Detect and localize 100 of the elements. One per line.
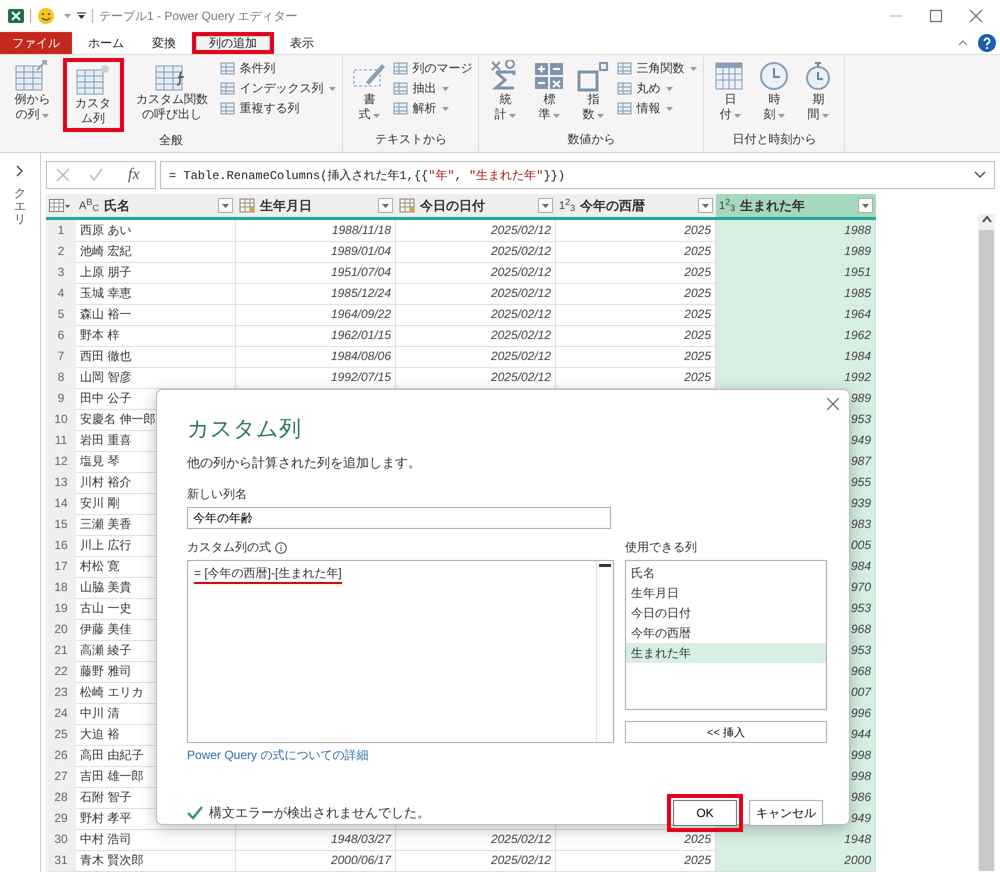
info-icon[interactable] — [275, 542, 287, 554]
ok-button[interactable]: OK — [673, 800, 737, 826]
table-cell: 1985 — [716, 283, 876, 305]
table-cell: 2025/02/12 — [396, 325, 556, 347]
spreadsheet-app-icon[interactable] — [8, 8, 24, 24]
row-number: 31 — [46, 850, 76, 872]
formula-editor[interactable]: = [今年の西暦]-[生まれた年] — [187, 560, 614, 743]
ribbon-button[interactable]: 期間 — [798, 58, 838, 131]
table-cell: 1948 — [716, 829, 876, 851]
row-number: 3 — [46, 262, 76, 284]
queries-pane-label[interactable]: クエリ — [14, 187, 26, 227]
close-button[interactable] — [827, 398, 839, 413]
scroll-up-icon[interactable] — [980, 214, 992, 224]
row-number: 29 — [46, 808, 76, 830]
scrollbar[interactable] — [978, 214, 995, 871]
insert-button[interactable]: << 挿入 — [625, 721, 827, 743]
row-number: 25 — [46, 724, 76, 746]
column-list[interactable]: 氏名 生年月日 今日の日付 今年の西暦 生まれた年 — [625, 560, 827, 710]
row-number: 20 — [46, 619, 76, 641]
table-cell: 2000/06/17 — [236, 850, 396, 872]
row-number: 8 — [46, 367, 76, 389]
row-number: 6 — [46, 325, 76, 347]
field-label: 使用できる列 — [625, 539, 697, 556]
list-item[interactable]: 生まれた年 — [626, 643, 826, 663]
group-label: テキストから — [374, 131, 448, 148]
ribbon-button[interactable]: 時刻 — [754, 58, 794, 131]
ribbon-button[interactable]: 書式 — [349, 58, 390, 131]
table-cell: 玉城 幸恵 — [76, 283, 236, 305]
column-icon — [617, 81, 634, 96]
customize-menu-icon[interactable] — [77, 12, 86, 20]
ribbon-button[interactable]: インデックス列 — [220, 80, 336, 97]
ribbon-button[interactable]: 重複する列 — [220, 100, 336, 117]
caret-icon — [382, 204, 389, 208]
caret-icon — [222, 204, 229, 208]
formula-text: = [今年の西暦]-[生まれた年] — [194, 566, 342, 584]
table-cell: 森山 裕一 — [76, 304, 236, 326]
table-cell: 中村 浩司 — [76, 829, 236, 851]
filter-dropdown-button[interactable] — [378, 198, 393, 213]
ribbon-button[interactable]: 条件列 — [220, 60, 336, 77]
table-cell: 2025/02/12 — [396, 220, 556, 242]
ribbon-tab[interactable]: 変換 — [140, 32, 188, 54]
table-cell: 西原 あい — [76, 220, 236, 242]
row-number: 26 — [46, 745, 76, 767]
ribbon-button[interactable]: 日付 — [710, 58, 750, 131]
chevron-down-icon[interactable] — [974, 171, 986, 179]
filter-dropdown-button[interactable] — [698, 198, 713, 213]
help-icon[interactable] — [978, 34, 996, 52]
ribbon-tab[interactable]: 列の追加 — [196, 36, 270, 50]
ribbon-button[interactable]: 三角関数 — [617, 60, 698, 77]
ribbon-button[interactable]: 抽出 — [393, 80, 472, 97]
ribbon-button[interactable]: 標準 — [529, 58, 570, 131]
row-number: 13 — [46, 472, 76, 494]
cancel-button[interactable]: キャンセル — [749, 800, 823, 826]
table-cell: 1984 — [716, 346, 876, 368]
table-cell: 西田 徹也 — [76, 346, 236, 368]
ribbon-button[interactable]: 解析 — [393, 100, 472, 117]
ribbon-button[interactable]: 丸め — [617, 80, 698, 97]
column-icon — [617, 61, 634, 76]
filter-dropdown-button[interactable] — [538, 198, 553, 213]
row-number: 14 — [46, 493, 76, 515]
table-cell: 1962 — [716, 325, 876, 347]
filter-dropdown-button[interactable] — [218, 198, 233, 213]
filter-dropdown-button[interactable] — [858, 198, 873, 213]
ribbon-tab[interactable]: ホーム — [76, 32, 136, 54]
close-icon — [827, 398, 839, 410]
ribbon-button[interactable]: 例からの列 — [6, 58, 59, 132]
row-number: 19 — [46, 598, 76, 620]
close-icon[interactable] — [970, 10, 982, 22]
caret-icon — [702, 204, 709, 208]
row-number: 12 — [46, 451, 76, 473]
ribbon-tab[interactable]: ファイル — [0, 32, 72, 54]
column-name-field[interactable]: 今年の年齢 — [187, 507, 611, 529]
maximize-icon[interactable] — [930, 10, 942, 22]
column-icon — [393, 101, 410, 116]
table-menu-icon[interactable] — [49, 199, 71, 212]
caret-icon — [542, 204, 549, 208]
table-cell: 2025/02/12 — [396, 283, 556, 305]
smiley-icon[interactable] — [37, 7, 55, 25]
caret-icon — [862, 204, 869, 208]
ribbon-button[interactable]: 統計 — [485, 58, 526, 131]
ribbon-button[interactable]: 指数 — [573, 58, 614, 131]
scroll-thumb-icon[interactable] — [599, 564, 611, 567]
ribbon-button[interactable]: カスタム関数の呼び出し — [128, 58, 216, 132]
row-number: 11 — [46, 430, 76, 452]
table-cell: 上原 朋子 — [76, 262, 236, 284]
ribbon-tab[interactable]: 表示 — [278, 32, 326, 54]
formula-field[interactable]: = Table.RenameColumns(挿入された年1,{{"年", "生まれた年"}}) — [160, 161, 995, 189]
expand-chevron-icon[interactable] — [16, 165, 24, 177]
ribbon-button[interactable]: 列のマージ — [393, 60, 472, 77]
column-header[interactable]: 今日の日付 — [396, 194, 556, 217]
ribbon-button[interactable]: カスタム列 — [66, 62, 120, 128]
function-button[interactable]: fx — [122, 165, 146, 185]
row-number: 1 — [46, 220, 76, 242]
column-header[interactable]: 生年月日 — [236, 194, 396, 217]
row-number: 7 — [46, 346, 76, 368]
ribbon-button[interactable]: 情報 — [617, 100, 698, 117]
row-number: 5 — [46, 304, 76, 326]
table-cell: 2000 — [716, 850, 876, 872]
collapse-ribbon-icon[interactable] — [958, 40, 968, 46]
row-number: 15 — [46, 514, 76, 536]
